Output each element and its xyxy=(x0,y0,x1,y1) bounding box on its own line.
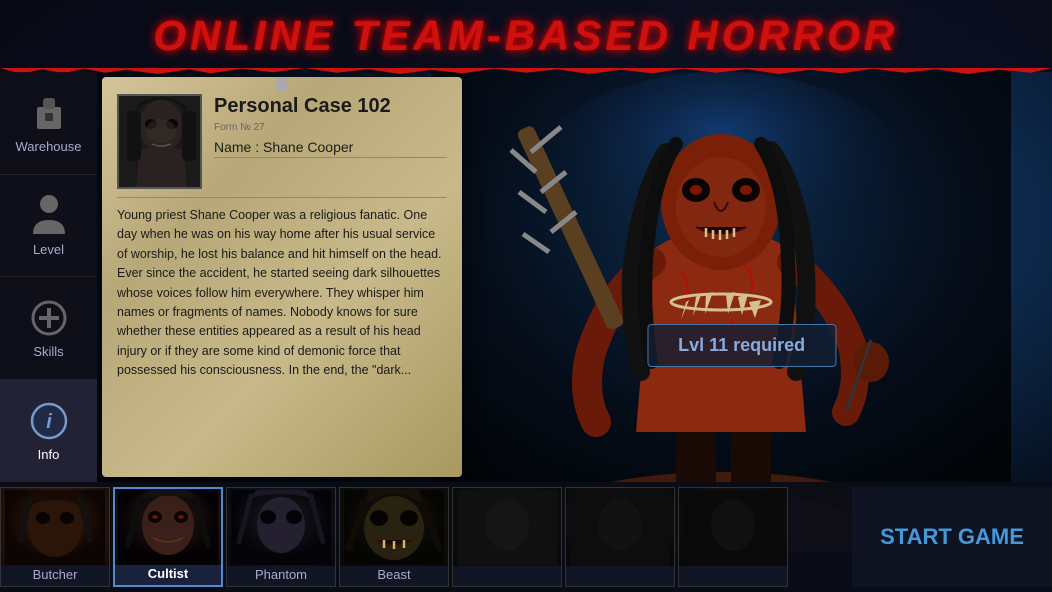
char-slot-locked3[interactable] xyxy=(678,487,788,587)
monster-svg-container xyxy=(431,72,1052,482)
char-slot-locked1[interactable] xyxy=(452,487,562,587)
bottom-bar: Butcher xyxy=(0,482,1052,592)
skills-label: Skills xyxy=(33,344,63,359)
sidebar-item-skills[interactable]: Skills xyxy=(0,277,97,380)
char-slot-locked2[interactable] xyxy=(565,487,675,587)
char-slot-cultist[interactable]: Cultist xyxy=(113,487,223,587)
warehouse-label: Warehouse xyxy=(16,139,82,154)
locked1-face xyxy=(453,488,561,566)
case-title: Personal Case 102 xyxy=(214,94,447,118)
info-label: Info xyxy=(38,447,60,462)
butcher-face xyxy=(1,488,109,566)
char-slot-phantom[interactable]: Phantom xyxy=(226,487,336,587)
sidebar-item-level[interactable]: Level xyxy=(0,175,97,278)
sidebar: Warehouse Level Skills i Info xyxy=(0,72,97,482)
case-card: Personal Case 102 Form № 27 Name : Shane… xyxy=(102,77,462,477)
locked2-face xyxy=(566,488,674,566)
main-content: Personal Case 102 Form № 27 Name : Shane… xyxy=(97,72,1052,482)
case-card-inner: Personal Case 102 Form № 27 Name : Shane… xyxy=(102,77,462,477)
lvl-badge: Lvl 11 required xyxy=(647,324,836,367)
beast-face xyxy=(340,488,448,566)
app-title: ONLINE TEAM-BASED HORROR xyxy=(154,12,899,60)
case-photo xyxy=(117,94,202,189)
locked3-face xyxy=(679,488,787,566)
case-title-block: Personal Case 102 Form № 27 Name : Shane… xyxy=(214,94,447,158)
name-line: Name : Shane Cooper xyxy=(214,139,447,158)
sidebar-item-warehouse[interactable]: Warehouse xyxy=(0,72,97,175)
char-slot-beast[interactable]: Beast xyxy=(339,487,449,587)
level-icon xyxy=(27,194,71,238)
form-number: Form № 27 xyxy=(214,122,447,133)
char-slot-butcher[interactable]: Butcher xyxy=(0,487,110,587)
monster-area: Lvl 11 required xyxy=(431,72,1052,482)
header: ONLINE TEAM-BASED HORROR xyxy=(0,0,1052,72)
level-label: Level xyxy=(33,242,64,257)
case-body: Young priest Shane Cooper was a religiou… xyxy=(117,206,447,380)
warehouse-icon xyxy=(27,91,71,135)
phantom-label: Phantom xyxy=(255,563,307,586)
cultist-label: Cultist xyxy=(148,562,188,585)
start-game-button[interactable]: START GAME xyxy=(852,487,1052,587)
info-icon: i xyxy=(27,399,71,443)
case-divider xyxy=(117,197,447,198)
butcher-label: Butcher xyxy=(33,563,78,586)
case-header: Personal Case 102 Form № 27 Name : Shane… xyxy=(117,89,447,189)
svg-text:i: i xyxy=(46,411,52,433)
phantom-face xyxy=(227,488,335,566)
sidebar-item-info[interactable]: i Info xyxy=(0,380,97,483)
character-slots: Butcher xyxy=(0,482,852,592)
cultist-face xyxy=(115,489,221,565)
skills-icon xyxy=(27,296,71,340)
pin-decoration xyxy=(276,77,288,92)
start-game-label: START GAME xyxy=(880,523,1024,552)
beast-label: Beast xyxy=(377,563,410,586)
